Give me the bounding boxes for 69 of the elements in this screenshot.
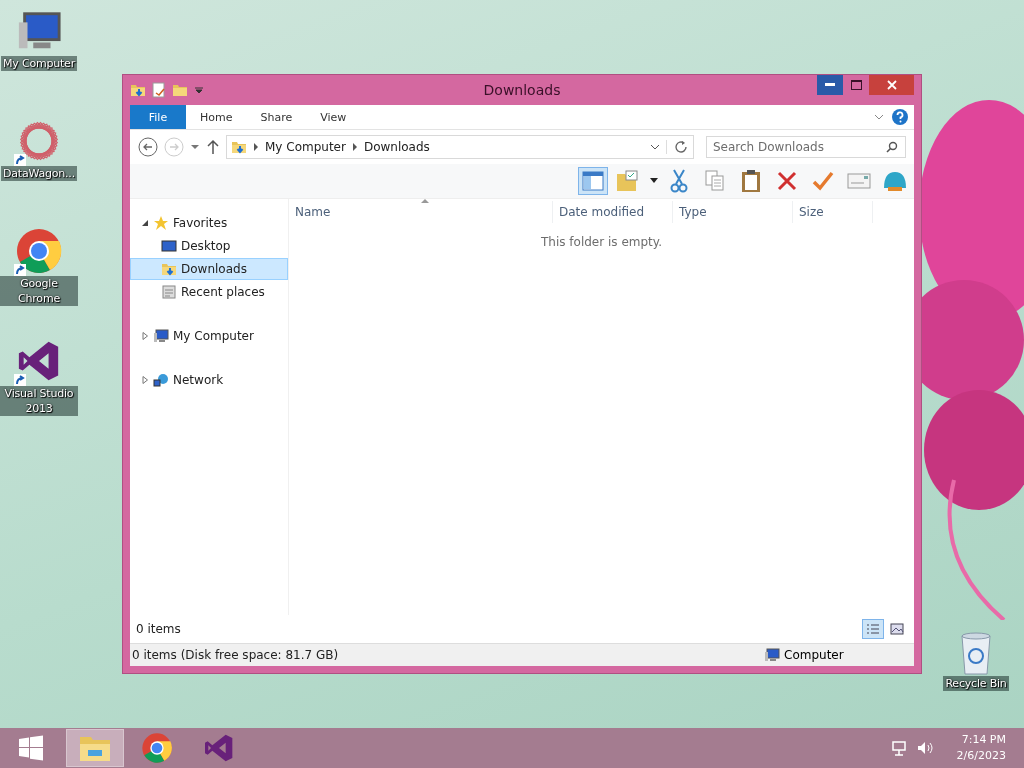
nav-item[interactable]: Network [130,369,288,391]
minimize-icon [825,83,835,87]
breadcrumb-arrow-icon[interactable] [253,143,259,151]
nav-item[interactable]: Downloads [130,258,288,280]
collapsed-arrow-icon[interactable] [141,332,149,340]
star-icon [153,215,169,231]
back-button[interactable] [138,137,158,157]
chrome-icon [141,732,173,764]
ribbon-tab[interactable]: Share [246,105,307,129]
expanded-arrow-icon[interactable] [141,219,149,227]
nav-item[interactable]: Desktop [130,235,288,257]
location-label: Computer [784,648,844,662]
expand-ribbon-icon[interactable] [874,113,884,121]
desktop-icon-label[interactable]: Google Chrome [0,276,78,306]
maximize-icon [850,80,862,90]
dropdown-icon[interactable] [650,178,658,184]
file-menu-button[interactable]: File [130,105,186,129]
breadcrumb[interactable]: Downloads [363,140,430,154]
desktop-icon-label[interactable]: DataWagon... [1,166,77,181]
desktop-icon-label[interactable]: Recycle Bin [943,676,1009,691]
nav-item[interactable]: Recent places [130,281,288,303]
desktop-icon-label[interactable]: Visual Studio 2013 [0,386,78,416]
downloads-folder-icon [161,261,177,277]
speaker-icon[interactable] [916,740,933,756]
details-list-icon [866,623,880,635]
properties-icon [152,82,166,98]
close-button[interactable] [869,75,914,95]
item-count: 0 items [136,622,181,636]
desktop-icon [161,238,177,254]
recent-places-icon [161,284,177,300]
nav-item[interactable]: My Computer [130,325,288,347]
preview-pane-button[interactable] [578,167,608,195]
new-folder-icon [172,82,188,98]
nav-item[interactable]: Favorites [130,212,288,234]
clock[interactable]: 7:14 PM 2/6/2023 [956,732,1006,764]
up-button[interactable] [206,139,220,155]
network-icon [153,372,169,388]
computer-icon [153,328,169,344]
close-icon [886,80,897,90]
status-text: 0 items (Disk free space: 81.7 GB) [131,648,340,662]
ribbon-tab[interactable]: Home [186,105,247,129]
recent-locations-button[interactable] [190,143,200,151]
address-bar[interactable]: My Computer Downloads [226,135,694,159]
ribbon-tab[interactable]: View [306,105,361,129]
computer-icon [764,647,780,663]
sort-arrow-icon [420,198,429,203]
search-icon[interactable] [886,141,898,153]
folder-icon [130,82,146,98]
column-header[interactable]: Date modified [553,201,673,223]
column-header[interactable]: Name [289,201,553,223]
column-header[interactable]: Type [673,201,793,223]
collapsed-arrow-icon[interactable] [141,376,149,384]
breadcrumb[interactable]: My Computer [265,140,346,154]
dropdown-icon[interactable] [650,143,660,151]
downloads-folder-icon [231,139,247,155]
minimize-button[interactable] [817,75,843,95]
empty-folder-message: This folder is empty. [541,235,662,249]
folder-icon [79,734,111,762]
column-header[interactable]: Size [793,201,873,223]
infinity-logo-icon [203,732,235,764]
window-title: Downloads [482,82,562,98]
desktop-icon-label[interactable]: My Computer [1,56,77,71]
chrome-icon [15,227,63,275]
picture-icon [890,623,904,635]
network-status-icon[interactable] [890,740,907,756]
search-field[interactable]: Search Downloads [706,136,906,158]
help-icon[interactable] [892,109,908,125]
breadcrumb-arrow-icon[interactable] [351,143,358,151]
windows-logo-icon [18,735,44,761]
